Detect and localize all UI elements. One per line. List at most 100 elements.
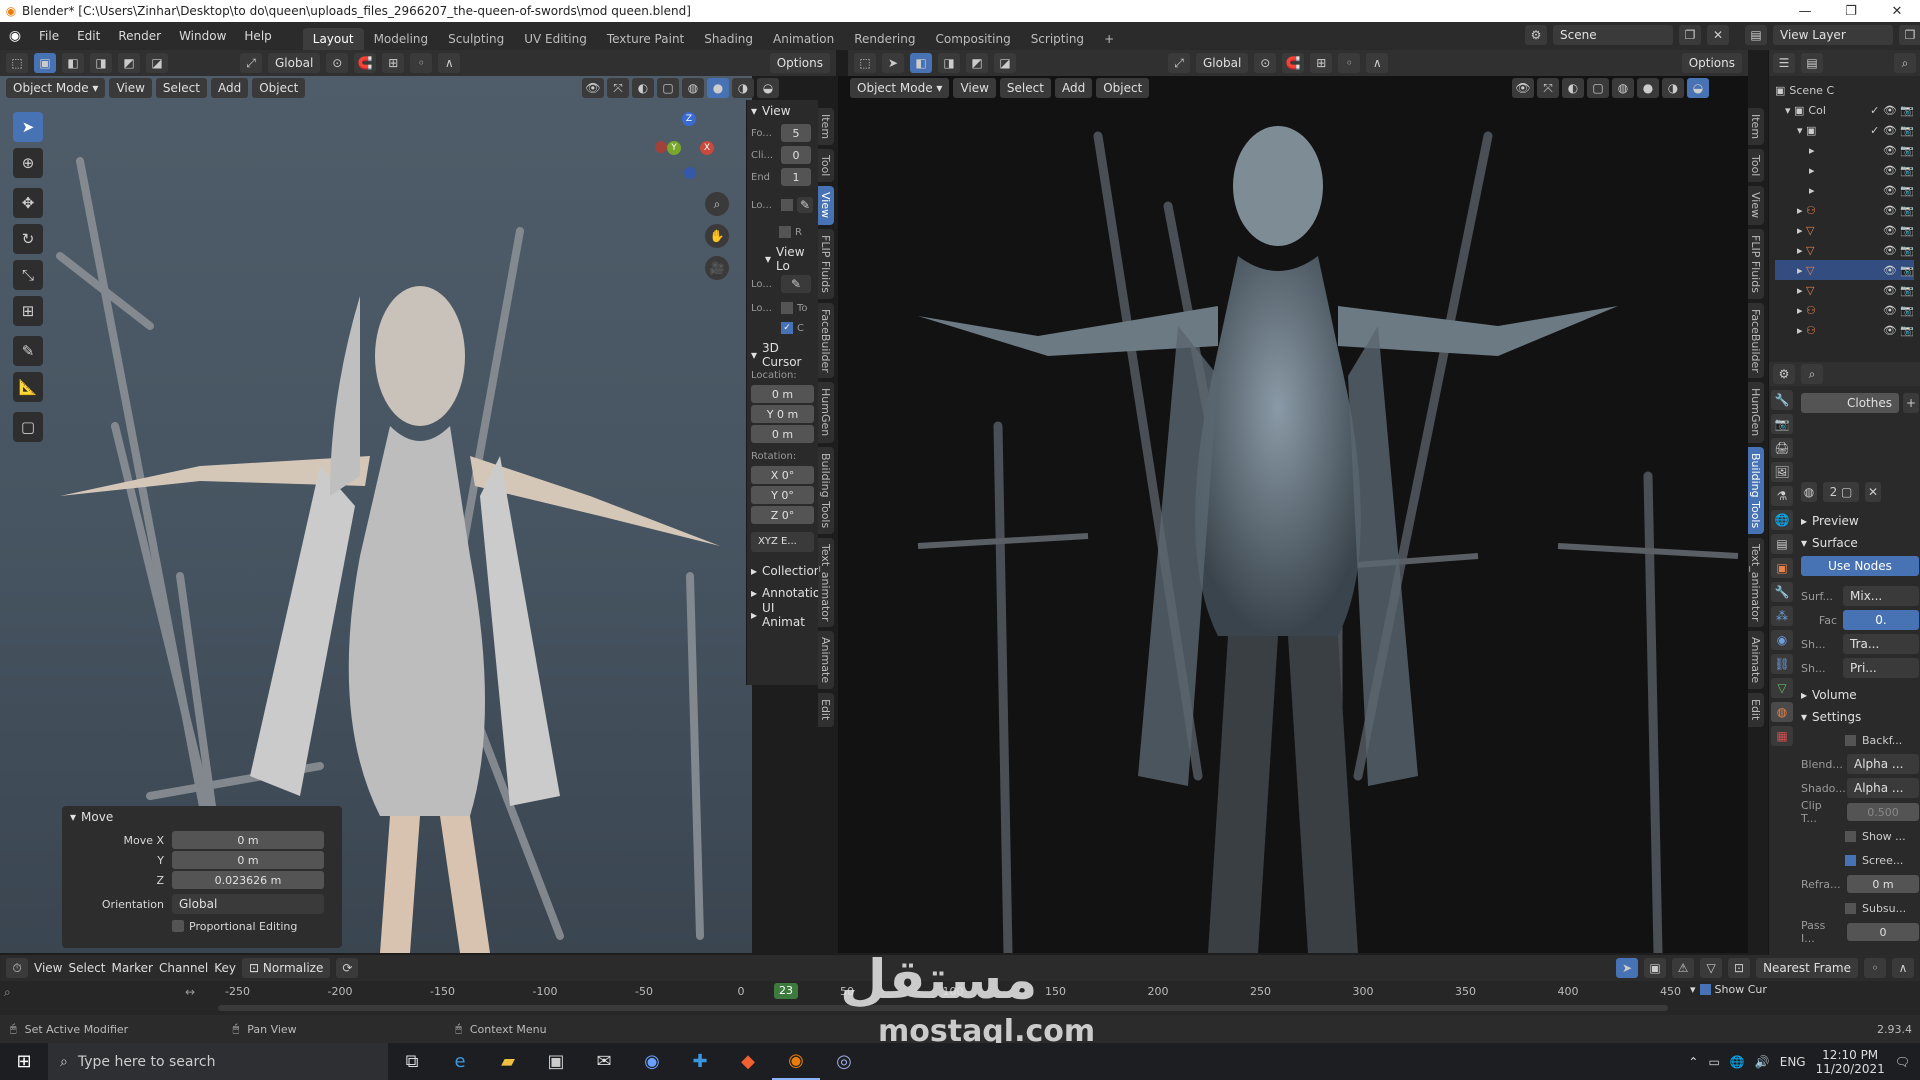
render-props-icon[interactable]: 📷 [1771,414,1793,434]
visibility-icon[interactable]: 👁 [582,78,604,98]
eyedropper-icon[interactable]: ✎ [797,197,813,213]
texture-props-icon[interactable]: ▦ [1771,726,1793,746]
only-selected-icon[interactable]: ➤ [1616,958,1639,978]
right-tab-animate[interactable]: Animate [1748,631,1764,690]
outliner-row[interactable]: ▸ 👁 📷 [1775,180,1914,200]
right-tab-flip-fluids[interactable]: FLIP Fluids [1748,228,1764,299]
right-snap-icon[interactable]: 🧲 [1282,53,1305,73]
view-layer-selector[interactable]: View Layer [1773,25,1893,45]
timeline-range-icon[interactable]: ↔ [185,985,195,999]
pivot-icon[interactable]: ⊙ [326,53,349,73]
timeline-editor-icon[interactable]: ⏱ [6,958,28,978]
right-tab-humgen[interactable]: HumGen [1748,382,1764,443]
tab-compositing[interactable]: Compositing [925,28,1020,50]
mail-icon[interactable]: ✉ [580,1043,628,1080]
move-tool-icon[interactable]: ✥ [13,188,43,218]
pan-hand-icon[interactable]: ✋ [705,224,729,248]
right-falloff-icon[interactable]: ∧ [1366,53,1389,73]
right-snap-target-icon[interactable]: ⊞ [1310,53,1333,73]
right-select-mode-extend-icon[interactable]: ◨ [938,53,960,73]
scale-tool-icon[interactable]: ⤡ [13,260,43,290]
settings-section-header[interactable]: ▾ Settings [1801,706,1919,728]
right-rendered-shading-icon[interactable]: ◒ [1687,78,1709,98]
outliner-row[interactable]: ▸ ▽ 👁 📷 [1775,240,1914,260]
timeline-key-menu[interactable]: Key [214,961,236,975]
navigation-gizmo[interactable]: Z Y X [655,112,725,182]
material-browse-icon[interactable]: ◍ [1801,482,1817,502]
right-visibility-icon[interactable]: 👁 [1512,78,1534,98]
focal-length-field[interactable]: 5 [781,124,811,142]
filter-icon[interactable]: ▽ [1700,958,1723,978]
outliner-search-icon[interactable]: ⌕ [1894,53,1916,73]
volume-icon[interactable]: 🔊 [1755,1055,1770,1069]
object-props-icon[interactable]: ▣ [1771,558,1793,578]
proportional-editing-checkbox[interactable] [172,920,184,932]
tab-flip-fluids[interactable]: FLIP Fluids [818,228,834,299]
right-tab-item[interactable]: Item [1748,108,1764,146]
falloff-timeline-icon[interactable]: ∧ [1892,958,1914,978]
outliner-row[interactable]: ▸ ⚇ 👁 📷 [1775,200,1914,220]
menu-window[interactable]: Window [170,22,235,50]
right-object-menu[interactable]: Object [1096,78,1150,98]
cursor-rot-z[interactable]: Z 0° [751,506,814,524]
solid-shading-icon[interactable]: ● [707,78,729,98]
right-tab-facebuilder[interactable]: FaceBuilder [1748,302,1764,379]
clock[interactable]: 12:10 PM 11/20/2021 [1816,1048,1885,1076]
gizmo-neg-z[interactable] [684,167,696,179]
lock-object-field[interactable]: ✎ [781,275,811,293]
right-options-dropdown[interactable]: Options [1681,53,1742,73]
snap-mode-dropdown[interactable]: Nearest Frame [1756,958,1858,978]
gizmo-toggle-icon[interactable]: ⤧ [607,78,629,98]
tool-props-icon[interactable]: 🔧 [1771,390,1793,410]
cursor-loc-z[interactable]: 0 m [751,425,814,443]
lock-checkbox[interactable] [781,199,793,211]
rotation-mode-dropdown[interactable]: XYZ E... [751,532,814,552]
file-explorer-icon[interactable]: ▰ [484,1043,532,1080]
rotate-tool-icon[interactable]: ↻ [13,224,43,254]
tab-text-animator[interactable]: Text_animator [818,537,834,628]
outliner-row[interactable]: ▸ ▽ 👁 📷 [1775,220,1914,240]
select-mode-extend-icon[interactable]: ◨ [90,53,112,73]
gizmo-z-axis[interactable]: Z [682,112,696,126]
view-layer-props-icon[interactable]: 🖼 [1771,462,1793,482]
minimize-button[interactable]: — [1782,0,1828,22]
timeline-channel-menu[interactable]: Channel [159,961,208,975]
gizmo-neg-x[interactable] [655,141,667,153]
only-errors-icon[interactable]: ⚠ [1672,958,1695,978]
right-tab-tool[interactable]: Tool [1748,149,1764,183]
outliner-collection[interactable]: ▾ ▣ Col ✓ 👁 📷 [1775,100,1914,120]
move-z-field[interactable]: 0.023626 m [172,871,324,889]
use-nodes-button[interactable]: Use Nodes [1801,556,1919,576]
shadow-mode-dropdown[interactable]: Alpha ... [1847,778,1919,798]
clip-end-field[interactable]: 1 [781,168,811,186]
outliner-scene-collection[interactable]: ▣ Scene C [1775,80,1914,100]
app-icon-2[interactable]: ✚ [676,1043,724,1080]
outliner-row[interactable]: ▾ ▣ ✓ 👁 📷 [1775,120,1914,140]
constraints-props-icon[interactable]: ⛓ [1771,654,1793,674]
view-section-header[interactable]: ▾ View [747,100,818,122]
material-slot-clothes[interactable]: Clothes [1801,393,1899,413]
outliner-row[interactable]: ▸ 👁 📷 [1775,160,1914,180]
right-xray-icon[interactable]: ▢ [1587,78,1609,98]
timeline-view-menu[interactable]: View [34,961,62,975]
measure-tool-icon[interactable]: 📐 [13,372,43,402]
surface-section-header[interactable]: ▾ Surface [1801,532,1919,554]
notifications-icon[interactable]: 🗨 [1895,1055,1910,1069]
outliner-row[interactable]: ▸ ⚇ 👁 📷 [1775,320,1914,340]
right-object-mode-dropdown[interactable]: Object Mode ▾ [850,78,950,98]
right-select-icon[interactable]: ➤ [882,53,904,73]
left-select-menu[interactable]: Select [155,78,207,98]
move-x-field[interactable]: 0 m [172,831,324,849]
3d-cursor-header[interactable]: ▾ 3D Cursor [747,341,818,369]
lock-camera-checkbox[interactable]: ✓ [781,322,793,334]
tab-sculpting[interactable]: Sculpting [438,28,514,50]
cursor-tool-icon[interactable]: ⊕ [13,148,43,178]
select-mode-subtract-icon[interactable]: ◩ [118,53,140,73]
app-icon-1[interactable]: ◉ [628,1043,676,1080]
taskbar-search-box[interactable]: ⌕ Type here to search [48,1043,388,1080]
particles-props-icon[interactable]: ⁂ [1771,606,1793,626]
world-props-icon[interactable]: 🌐 [1771,510,1793,530]
collection-header[interactable]: ▸ Collection [747,560,821,582]
tab-rendering[interactable]: Rendering [844,28,925,50]
show-hidden-icon[interactable]: ▣ [1644,958,1667,978]
